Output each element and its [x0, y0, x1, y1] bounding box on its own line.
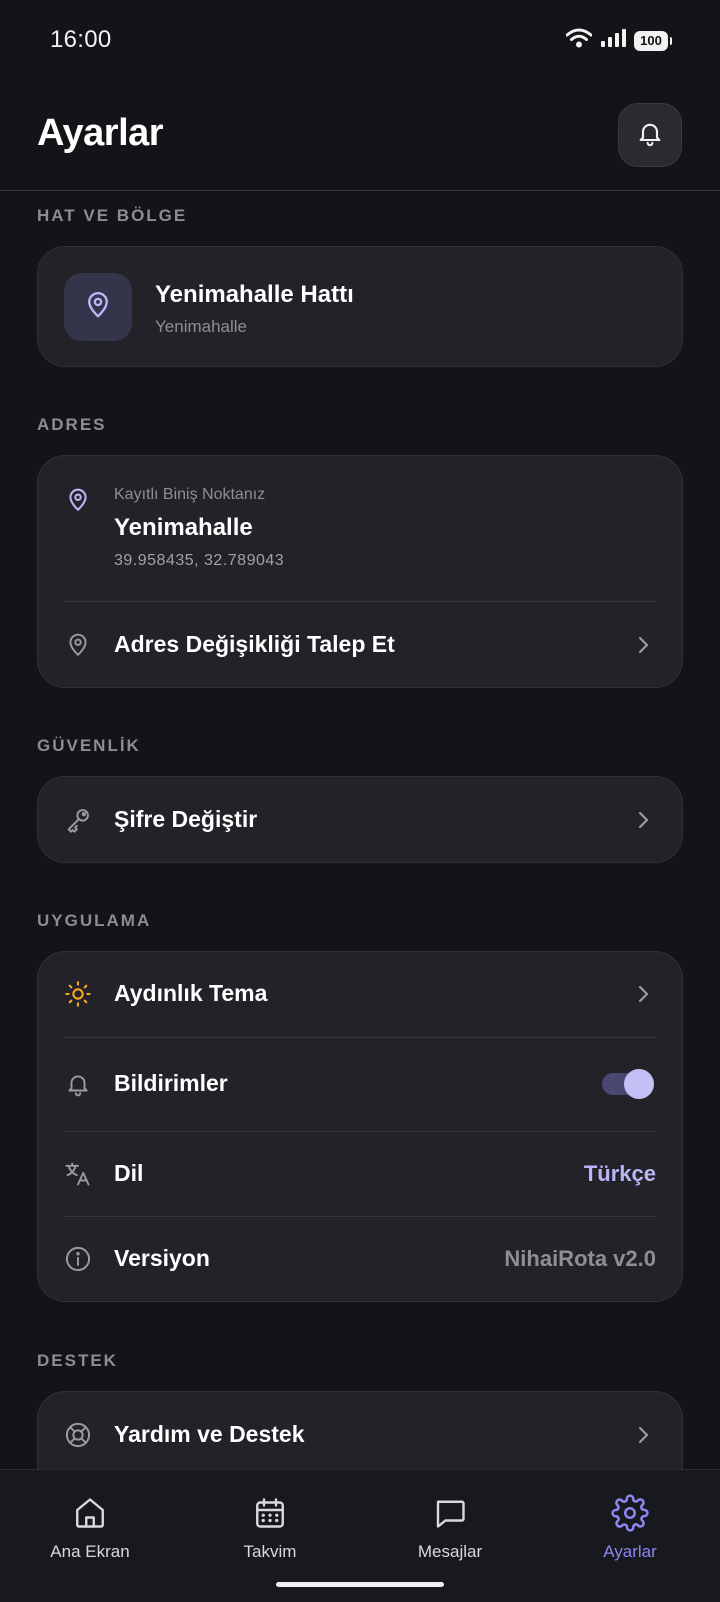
version-value: NihaiRota v2.0	[504, 1246, 656, 1271]
bell-icon	[636, 119, 664, 152]
status-time: 16:00	[50, 26, 112, 53]
settings-screen: 16:00 100 Ayarlar HAT VE BÖLGE Yenimahal…	[0, 0, 720, 1602]
section-title-app: UYGULAMA	[37, 911, 152, 930]
theme-row[interactable]: Aydınlık Tema	[38, 952, 682, 1037]
section-title-line: HAT VE BÖLGE	[37, 206, 188, 225]
theme-label: Aydınlık Tema	[114, 980, 268, 1006]
nav-item-calendar[interactable]: Takvim	[210, 1494, 330, 1562]
nav-label: Ana Ekran	[50, 1542, 130, 1561]
chevron-right-icon	[634, 636, 652, 654]
status-bar: 16:00 100	[0, 0, 720, 84]
map-pin-icon	[83, 290, 113, 325]
status-icons: 100	[565, 28, 672, 53]
lifebuoy-icon	[64, 1421, 92, 1449]
page-title: Ayarlar	[37, 112, 164, 154]
security-card: Şifre Değiştir	[37, 776, 683, 863]
translate-icon	[64, 1160, 92, 1188]
line-card[interactable]: Yenimahalle Hattı Yenimahalle	[37, 246, 683, 367]
nav-item-settings[interactable]: Ayarlar	[570, 1494, 690, 1562]
help-label: Yardım ve Destek	[114, 1421, 305, 1447]
address-name: Yenimahalle	[114, 514, 253, 541]
language-row[interactable]: Dil Türkçe	[38, 1132, 682, 1216]
calendar-icon	[251, 1494, 289, 1532]
notifications-label: Bildirimler	[114, 1070, 228, 1096]
gear-icon	[611, 1494, 649, 1532]
address-caption: Kayıtlı Biniş Noktanız	[114, 486, 266, 503]
line-region: Yenimahalle	[155, 317, 247, 336]
nav-label: Takvim	[243, 1542, 297, 1561]
app-card: Aydınlık Tema Bildirimler Dil Türkçe Ver…	[37, 951, 683, 1302]
wifi-icon	[565, 28, 593, 53]
language-value: Türkçe	[583, 1161, 656, 1186]
key-icon	[64, 806, 92, 834]
notifications-toggle[interactable]	[602, 1069, 654, 1099]
chevron-right-icon	[634, 811, 652, 829]
sun-icon	[64, 980, 92, 1008]
language-label: Dil	[114, 1160, 144, 1186]
nav-item-messages[interactable]: Mesajlar	[390, 1494, 510, 1562]
change-password-label: Şifre Değiştir	[114, 806, 258, 832]
home-indicator[interactable]	[276, 1582, 444, 1587]
signal-icon	[600, 28, 626, 53]
chevron-right-icon	[634, 985, 652, 1003]
section-title-security: GÜVENLİK	[37, 736, 141, 755]
help-row[interactable]: Yardım ve Destek	[38, 1392, 682, 1478]
section-title-support: DESTEK	[37, 1351, 118, 1370]
home-icon	[71, 1494, 109, 1532]
line-icon-box	[64, 273, 132, 341]
change-password-row[interactable]: Şifre Değiştir	[38, 777, 682, 862]
notifications-button[interactable]	[618, 103, 682, 167]
version-label: Versiyon	[114, 1245, 210, 1271]
version-row: Versiyon NihaiRota v2.0	[38, 1217, 682, 1301]
bottom-nav: Ana Ekran Takvim Mesajlar Ayarlar	[0, 1469, 720, 1602]
info-icon	[64, 1245, 92, 1273]
map-pin-outline-icon	[64, 631, 92, 659]
nav-item-home[interactable]: Ana Ekran	[30, 1494, 150, 1562]
notifications-row: Bildirimler	[38, 1038, 682, 1131]
battery-icon: 100	[634, 30, 672, 51]
address-coords: 39.958435, 32.789043	[114, 552, 285, 569]
address-change-label: Adres Değişikliği Talep Et	[114, 631, 395, 657]
address-card: Kayıtlı Biniş Noktanız Yenimahalle 39.95…	[37, 455, 683, 688]
address-change-row[interactable]: Adres Değişikliği Talep Et	[38, 602, 682, 687]
bell-icon	[64, 1070, 92, 1098]
section-title-address: ADRES	[37, 415, 107, 434]
message-icon	[431, 1494, 469, 1532]
nav-label: Ayarlar	[603, 1542, 657, 1561]
chevron-right-icon	[634, 1426, 652, 1444]
nav-label: Mesajlar	[417, 1542, 483, 1561]
toggle-thumb	[624, 1069, 654, 1099]
map-pin-icon	[64, 486, 92, 514]
header-divider	[0, 190, 720, 191]
line-name: Yenimahalle Hattı	[155, 281, 354, 308]
